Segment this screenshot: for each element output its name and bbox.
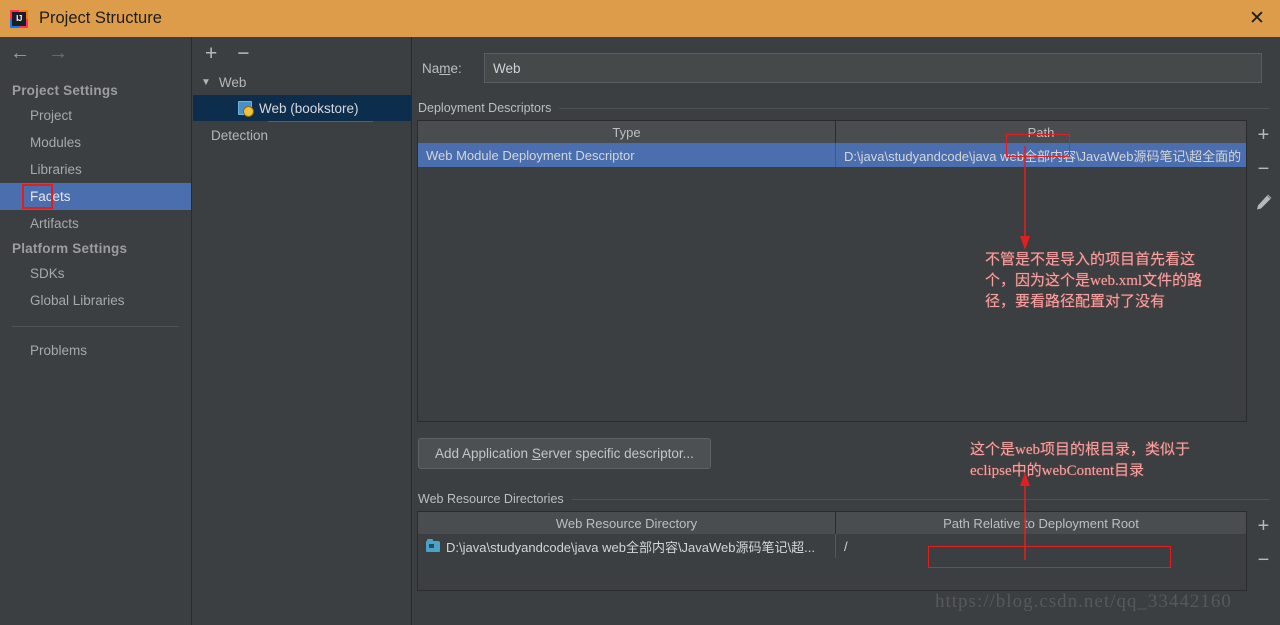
remove-web-resource-icon[interactable]: −	[1258, 550, 1270, 570]
name-label: Name:	[422, 60, 462, 76]
table-header-row: Type Path	[418, 121, 1246, 143]
sidebar-item-problems[interactable]: Problems	[0, 337, 191, 364]
sidebar-item-modules[interactable]: Modules	[0, 129, 191, 156]
edit-pencil-icon[interactable]	[1255, 193, 1273, 211]
web-resource-directories-table-wrap: Web Resource Directory Path Relative to …	[417, 511, 1280, 591]
cell-type: Web Module Deployment Descriptor	[418, 143, 836, 167]
sidebar-group-project-settings: Project Settings	[12, 83, 118, 98]
table-row[interactable]: Web Module Deployment Descriptor D:\java…	[418, 143, 1246, 167]
intellij-logo-icon: IJ	[10, 9, 28, 28]
web-facet-icon	[238, 101, 254, 117]
annotation-arrow-up	[1020, 472, 1030, 560]
deployment-descriptors-side-buttons: + −	[1248, 120, 1279, 211]
watermark: https://blog.csdn.net/qq_33442160	[935, 591, 1232, 612]
add-descriptor-icon[interactable]: +	[1258, 125, 1270, 145]
sidebar-item-facets[interactable]: Facets	[0, 183, 191, 210]
sidebar-item-project[interactable]: Project	[0, 102, 191, 129]
facet-details-panel: Name: Web Deployment Descriptors Type Pa…	[413, 37, 1280, 625]
cell-web-resource-directory: D:\java\studyandcode\java web全部内容\JavaWe…	[418, 534, 836, 558]
name-input[interactable]: Web	[484, 53, 1262, 83]
window-title: Project Structure	[39, 9, 162, 27]
name-row: Name: Web	[413, 37, 1280, 83]
logo-text: IJ	[12, 11, 26, 26]
facet-tree-toolbar: + −	[193, 37, 411, 69]
sidebar-nav-buttons: ← →	[0, 37, 191, 69]
sidebar-item-global-libraries[interactable]: Global Libraries	[0, 287, 191, 314]
section-rule	[571, 498, 1270, 500]
section-rule	[559, 107, 1270, 109]
tree-node-label: Web	[218, 74, 247, 90]
sidebar-item-sdks[interactable]: SDKs	[0, 260, 191, 287]
section-label: Web Resource Directories	[418, 492, 564, 506]
sidebar-item-libraries[interactable]: Libraries	[0, 156, 191, 183]
web-resource-directories-side-buttons: + −	[1248, 511, 1279, 570]
sidebar-divider	[12, 326, 179, 327]
annotation-note-1: 不管是不是导入的项目首先看这 个，因为这个是web.xml文件的路 径，要看路径…	[985, 252, 1203, 310]
back-arrow-icon[interactable]: ←	[10, 43, 30, 63]
column-header-path[interactable]: Path	[836, 121, 1246, 143]
sidebar-list: Project Settings Project Modules Librari…	[0, 79, 191, 364]
table-header-row: Web Resource Directory Path Relative to …	[418, 512, 1246, 534]
add-application-server-descriptor-button[interactable]: Add Application Server specific descript…	[418, 438, 711, 469]
close-icon[interactable]: ✕	[1234, 0, 1280, 37]
sidebar-item-artifacts[interactable]: Artifacts	[0, 210, 191, 237]
chevron-down-icon: ▼	[201, 76, 211, 88]
add-web-resource-icon[interactable]: +	[1258, 516, 1270, 536]
project-structure-dialog: IJ Project Structure ✕ ← → Project Setti…	[0, 0, 1280, 625]
annotation-arrow-down	[1020, 146, 1030, 250]
tree-node-detection[interactable]: Detection	[193, 122, 411, 148]
add-facet-icon[interactable]: +	[205, 43, 217, 64]
tree-node-label: Web (bookstore)	[259, 100, 359, 116]
table-empty-area	[418, 558, 1246, 590]
deployment-descriptors-section-header: Deployment Descriptors	[418, 101, 1280, 115]
table-row[interactable]: D:\java\studyandcode\java web全部内容\JavaWe…	[418, 534, 1246, 558]
sidebar-group-platform-settings: Platform Settings	[12, 241, 128, 256]
tree-node-web-root[interactable]: ▼ Web	[193, 69, 411, 95]
tree-node-label: Detection	[211, 127, 269, 143]
title-bar: IJ Project Structure ✕	[0, 0, 1280, 37]
facet-tree-panel: + − ▼ Web Web (bookstore) Detection	[193, 37, 470, 625]
web-resource-directories-section-header: Web Resource Directories	[418, 492, 1280, 506]
sidebar: ← → Project Settings Project Modules Lib…	[0, 37, 192, 625]
remove-facet-icon[interactable]: −	[237, 43, 249, 64]
column-header-web-resource-directory[interactable]: Web Resource Directory	[418, 512, 836, 534]
column-header-type[interactable]: Type	[418, 121, 836, 143]
folder-icon	[426, 538, 440, 552]
tree-node-web-bookstore[interactable]: Web (bookstore)	[193, 95, 411, 121]
remove-descriptor-icon[interactable]: −	[1258, 159, 1270, 179]
web-resource-directories-table: Web Resource Directory Path Relative to …	[417, 511, 1247, 591]
section-label: Deployment Descriptors	[418, 101, 552, 115]
forward-arrow-icon[interactable]: →	[48, 43, 68, 63]
